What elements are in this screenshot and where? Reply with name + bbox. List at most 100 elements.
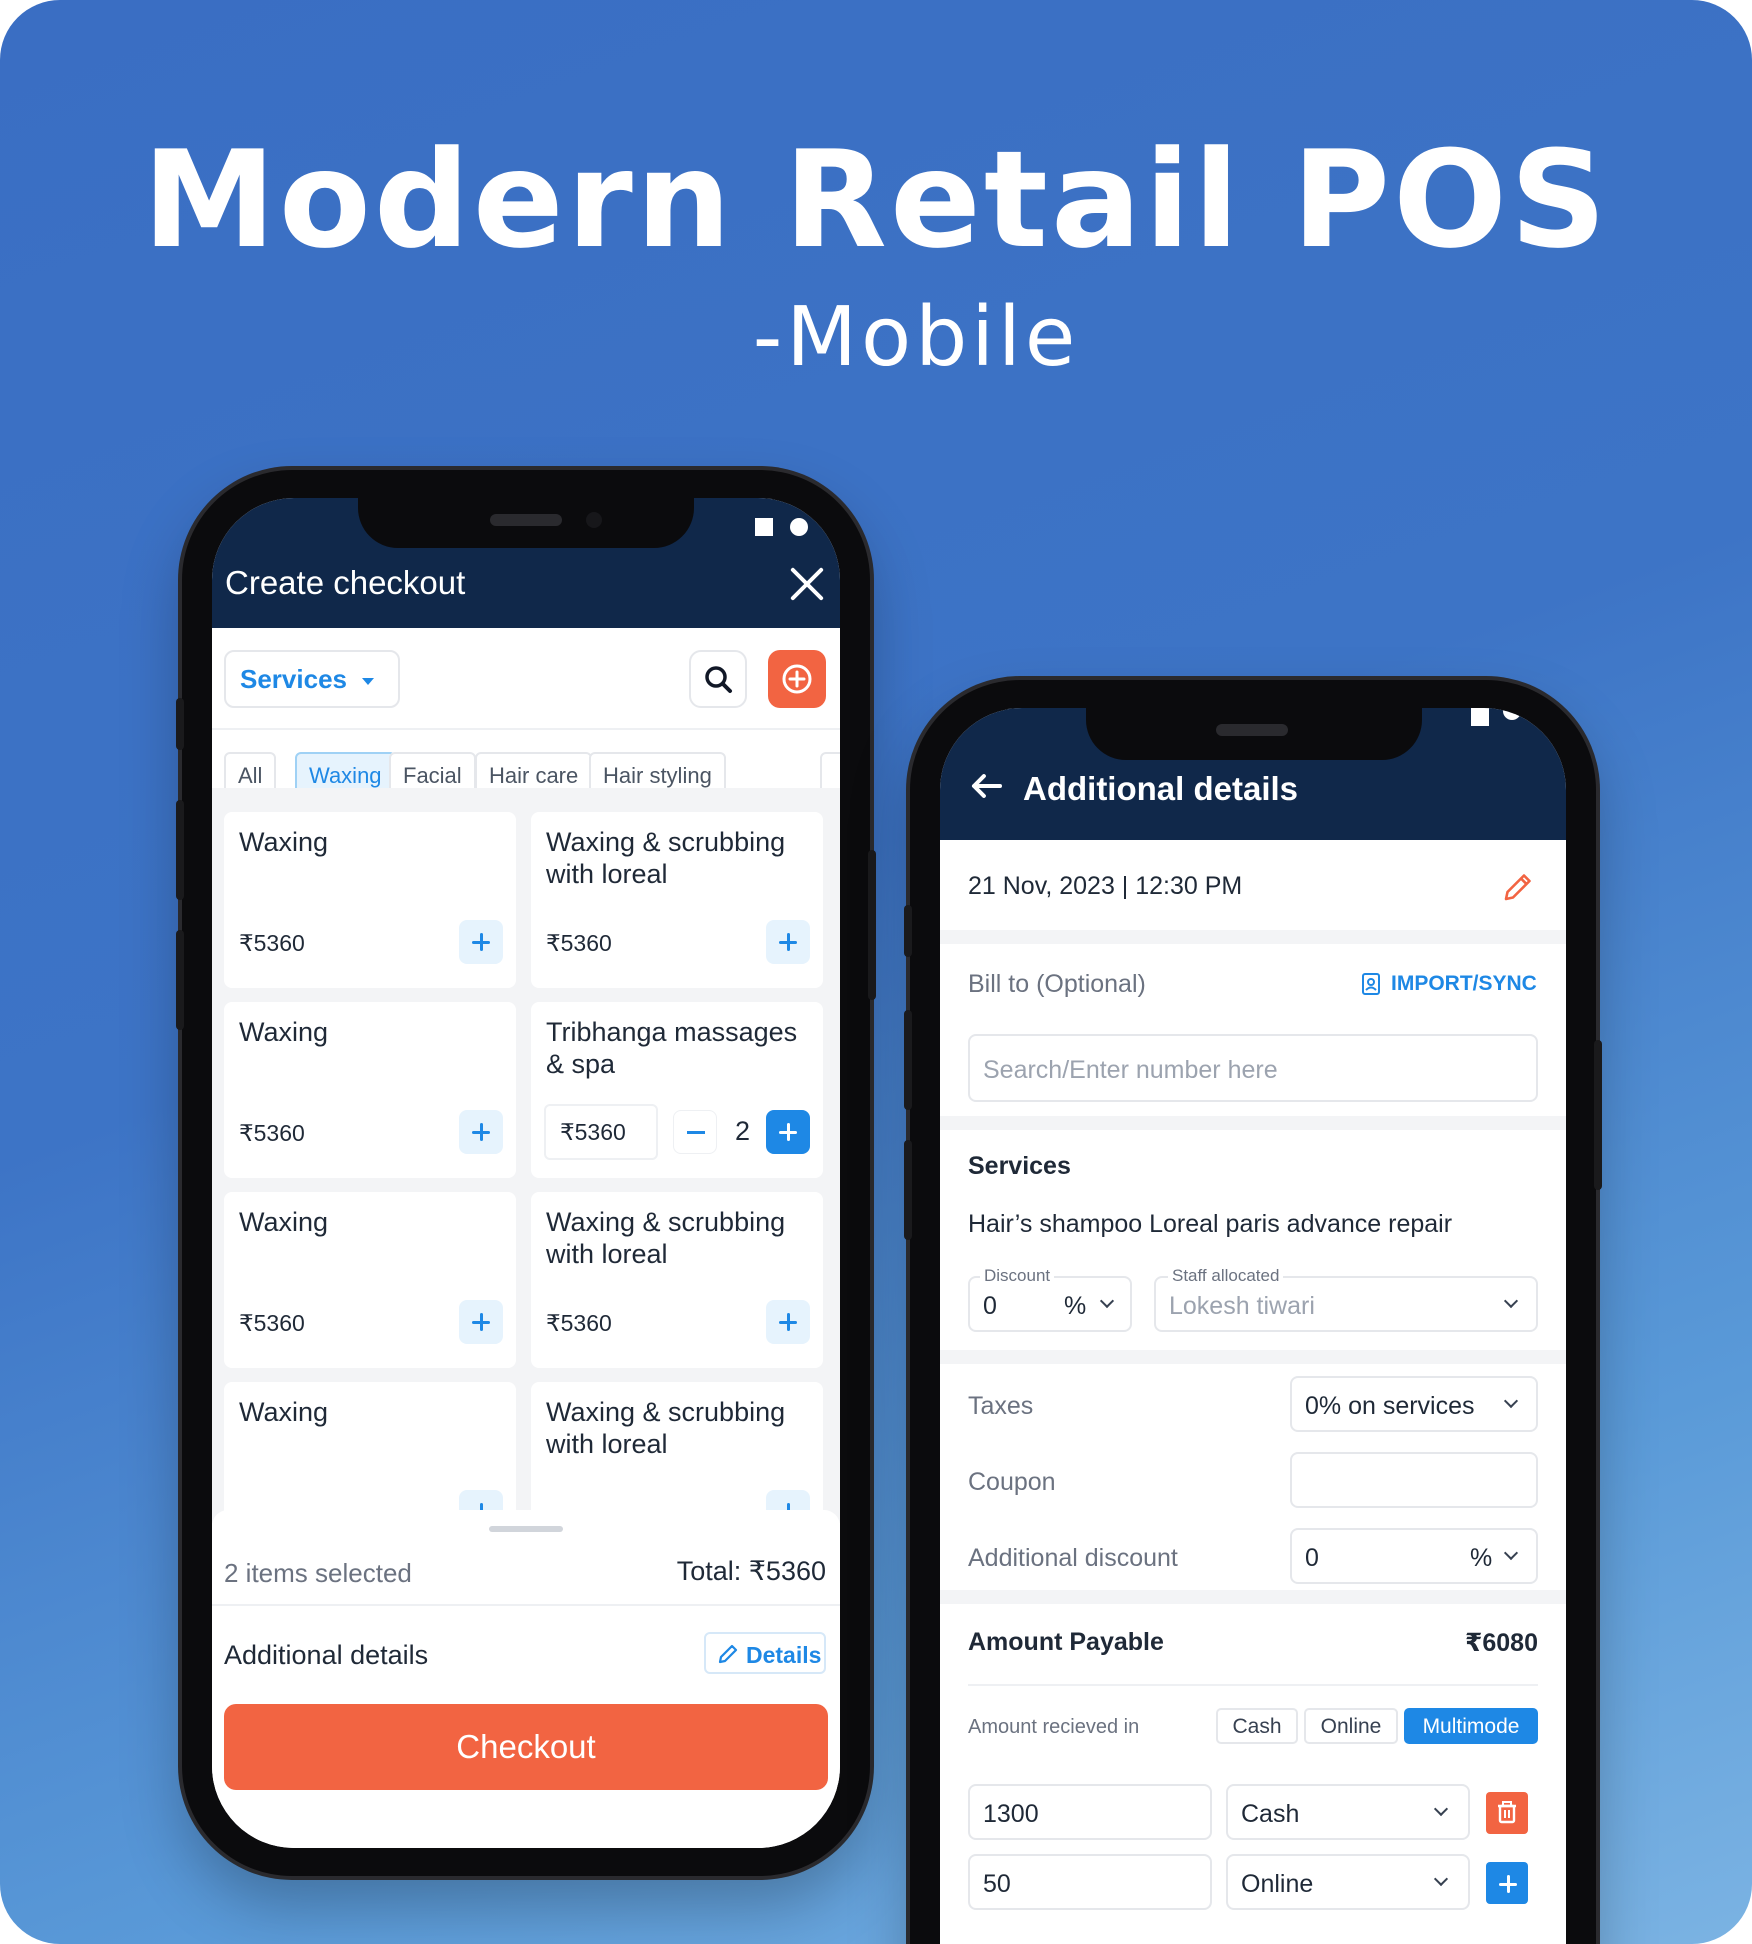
quantity-value: 2 [735,1116,751,1146]
phone-side-button [904,905,912,957]
discount-value: 0 [983,1292,997,1320]
taxes-select[interactable]: 0% on services [1290,1376,1538,1432]
checkout-button[interactable]: Checkout [224,1704,828,1790]
service-card[interactable]: Waxing ₹5360 [224,1002,516,1178]
decrement-button[interactable] [673,1110,717,1154]
status-signal-icon [1471,708,1489,726]
service-name: Waxing [239,1207,329,1237]
payment-mode-select[interactable]: Cash [1226,1784,1470,1840]
payment-section: Amount Payable ₹6080 Amount recieved in … [940,1604,1566,1944]
amount-received-label: Amount recieved in [968,1716,1140,1738]
additional-details-label: Additional details [224,1640,429,1670]
coupon-input[interactable] [1290,1452,1538,1508]
phone-side-button [904,1140,912,1240]
selected-count: 2 items selected [224,1558,412,1588]
sheet-drag-handle[interactable] [489,1526,563,1532]
chevron-down-icon [1433,1871,1449,1887]
phone-side-button [904,1010,912,1110]
service-name: Waxing & scrubbing with loreal [546,1207,786,1269]
payment-amount-input[interactable]: 50 [968,1854,1212,1910]
checkout-screen: Create checkout Services All Waxing Faci… [212,498,840,1848]
front-camera [586,512,602,528]
services-section: Services Hair’s shampoo Loreal paris adv… [940,1130,1566,1350]
service-name: Waxing [239,1017,329,1047]
add-service-button[interactable] [459,1300,503,1344]
status-signal-icon [755,518,773,536]
page-title: Create checkout [225,564,466,601]
payment-amount-input[interactable]: 1300 [968,1784,1212,1840]
additional-discount-label: Additional discount [968,1544,1178,1572]
increment-button[interactable] [766,1110,810,1154]
add-item-button[interactable] [768,650,826,708]
payment-mode-select[interactable]: Online [1226,1854,1470,1910]
details-button-label: Details [746,1642,822,1668]
service-grid: Waxing ₹5360 Waxing & scrubbing with lor… [212,788,840,1558]
add-service-button[interactable] [766,920,810,964]
additional-discount-unit: % [1470,1544,1493,1572]
chevron-down-icon [1099,1293,1115,1309]
chevron-down-icon [1503,1293,1519,1309]
bill-to-section: Bill to (Optional) IMPORT/SYNC Search/En… [940,944,1566,1116]
phone-side-button [1594,1040,1602,1190]
amount-payable-label: Amount Payable [968,1628,1164,1656]
service-price-input[interactable]: ₹5360 [544,1104,658,1160]
datetime-section: 21 Nov, 2023 | 12:30 PM [940,840,1566,930]
service-card-selected[interactable]: Tribhanga massages & spa ₹5360 2 [531,1002,823,1178]
phone-side-button [176,930,184,1030]
additional-discount-input[interactable]: 0 % [1290,1528,1538,1584]
bill-to-input[interactable]: Search/Enter number here [968,1034,1538,1102]
search-button[interactable] [689,650,747,708]
service-card[interactable]: Waxing & scrubbing with loreal ₹5360 [531,1192,823,1368]
staff-value: Lokesh tiwari [1169,1292,1315,1320]
subheadline: -Mobile [752,290,1080,385]
speaker [490,514,562,526]
pricing-section: Taxes 0% on services Coupon Additional d… [940,1364,1566,1590]
service-name: Waxing [239,1397,329,1427]
service-name: Waxing [239,827,329,857]
add-service-button[interactable] [766,1300,810,1344]
mode-multimode[interactable]: Multimode [1404,1708,1538,1744]
headline: Modern Retail POS [142,122,1610,278]
mode-cash[interactable]: Cash [1216,1708,1298,1744]
phone-notch [1086,708,1422,760]
add-service-button[interactable] [459,1110,503,1154]
discount-label: Discount [980,1266,1055,1286]
status-battery-icon [1503,708,1521,720]
discount-unit: % [1064,1292,1087,1320]
phone-side-button [176,800,184,900]
phone-frame-details: Additional details 21 Nov, 2023 | 12:30 … [904,680,1602,1944]
status-battery-icon [790,518,808,536]
service-card[interactable]: Waxing ₹5360 [224,1192,516,1368]
amount-payable-value: ₹6080 [1464,1629,1538,1657]
pencil-icon [718,1644,738,1664]
add-payment-button[interactable] [1486,1862,1528,1904]
phone-side-button [176,698,184,750]
category-dropdown[interactable]: Services [224,650,400,708]
import-sync-link[interactable]: IMPORT/SYNC [1391,972,1537,996]
taxes-label: Taxes [968,1392,1034,1420]
promo-poster: Modern Retail POS -Mobile Create checkou… [0,0,1752,1944]
additional-discount-value: 0 [1305,1544,1319,1572]
edit-pencil-icon[interactable] [1501,870,1535,904]
payment-mode-value: Online [1241,1870,1314,1898]
taxes-value: 0% on services [1305,1392,1475,1420]
category-dropdown-label: Services [240,664,347,694]
chevron-down-icon [1503,1393,1519,1409]
service-card[interactable]: Waxing ₹5360 [224,812,516,988]
staff-label: Staff allocated [1168,1266,1284,1286]
trash-icon [1498,1801,1516,1824]
back-arrow-icon[interactable] [970,772,1002,800]
service-price: ₹5360 [239,930,305,956]
datetime-value: 21 Nov, 2023 | 12:30 PM [968,872,1243,900]
service-name: Tribhanga massages & spa [546,1017,798,1079]
search-icon [705,666,732,693]
close-icon[interactable] [789,566,825,602]
details-button[interactable]: Details [704,1632,826,1674]
delete-payment-button[interactable] [1486,1792,1528,1834]
mode-online[interactable]: Online [1304,1708,1398,1744]
chevron-down-icon [1433,1801,1449,1817]
add-service-button[interactable] [459,920,503,964]
service-line-name: Hair’s shampoo Loreal paris advance repa… [968,1210,1453,1238]
service-card[interactable]: Waxing & scrubbing with loreal ₹5360 [531,812,823,988]
service-price: ₹5360 [546,1310,612,1336]
